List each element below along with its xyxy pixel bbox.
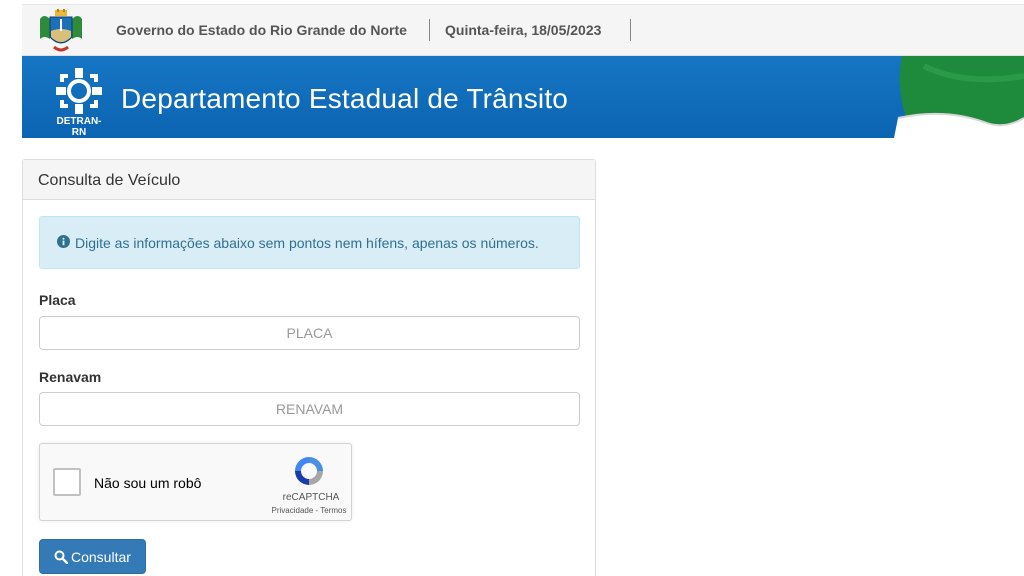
info-message: Digite as informações abaixo sem pontos … bbox=[75, 235, 539, 251]
divider bbox=[630, 19, 631, 41]
top-bar: Governo do Estado do Rio Grande do Norte… bbox=[22, 4, 1024, 56]
current-date: Quinta-feira, 18/05/2023 bbox=[445, 22, 602, 38]
consultar-button[interactable]: Consultar bbox=[39, 539, 146, 574]
recaptcha-widget: Não sou um robô reCAPTCHA Privacidade - … bbox=[39, 443, 352, 521]
info-circle-icon bbox=[57, 235, 70, 248]
detran-logo-label: DETRAN-RN bbox=[56, 116, 102, 138]
consultar-button-label: Consultar bbox=[71, 549, 131, 565]
recaptcha-label: Não sou um robô bbox=[94, 475, 202, 491]
recaptcha-logo-icon bbox=[295, 457, 323, 485]
detran-logo-icon[interactable] bbox=[50, 64, 108, 122]
header-banner: DETRAN-RN Departamento Estadual de Trâns… bbox=[22, 56, 1024, 138]
search-icon bbox=[54, 550, 68, 564]
state-coat-of-arms-icon bbox=[40, 9, 82, 52]
government-name: Governo do Estado do Rio Grande do Norte bbox=[116, 22, 407, 38]
recaptcha-checkbox[interactable] bbox=[53, 468, 81, 496]
divider bbox=[429, 19, 430, 41]
recaptcha-terms-link[interactable]: Privacidade - Termos bbox=[254, 506, 364, 515]
placa-label: Placa bbox=[39, 292, 76, 308]
recaptcha-brand: reCAPTCHA bbox=[282, 492, 340, 503]
renavam-label: Renavam bbox=[39, 369, 102, 385]
page-title: Departamento Estadual de Trânsito bbox=[121, 83, 569, 114]
vehicle-query-panel: Consulta de Veículo Digite as informaçõe… bbox=[22, 159, 596, 576]
panel-title: Consulta de Veículo bbox=[23, 160, 595, 200]
renavam-input[interactable] bbox=[39, 392, 580, 426]
placa-input[interactable] bbox=[39, 316, 580, 350]
info-alert: Digite as informações abaixo sem pontos … bbox=[39, 216, 580, 269]
state-flag-graphic bbox=[894, 56, 1024, 138]
